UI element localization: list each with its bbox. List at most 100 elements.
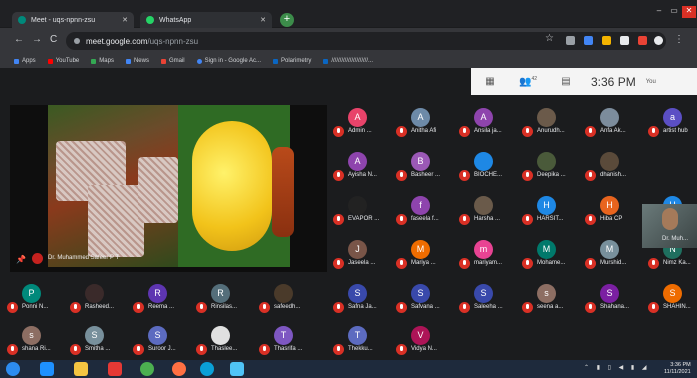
participant-tile[interactable]: P Ponni N...: [5, 284, 68, 324]
participant-name: Basheer ...: [411, 172, 441, 178]
participant-tile[interactable]: S Saleeha ...: [457, 284, 520, 324]
maximize-button[interactable]: ▭: [667, 6, 681, 18]
paint-icon[interactable]: [230, 362, 244, 376]
participant-tile[interactable]: dhanish...: [583, 152, 646, 192]
participant-tile[interactable]: m mariyam...: [457, 240, 520, 280]
participant-name: dhanish...: [600, 172, 627, 178]
clock-date: 11/11/2021: [664, 369, 691, 375]
firefox-icon[interactable]: [172, 362, 186, 376]
idli-piece: [88, 185, 144, 257]
close-window-button[interactable]: ✕: [682, 6, 696, 18]
participant-tile[interactable]: A Ayisha N...: [331, 152, 394, 192]
close-tab-icon[interactable]: ✕: [260, 16, 266, 24]
bookmark-signin[interactable]: Sign in - Google Ac...: [196, 58, 261, 64]
participant-tile[interactable]: f faseela f...: [394, 196, 457, 236]
mic-off-icon: [70, 344, 81, 355]
extension-icon[interactable]: [620, 36, 629, 45]
extension-icon[interactable]: [566, 36, 575, 45]
participant-tile[interactable]: safeedh...: [257, 284, 320, 324]
participant-tile[interactable]: R Reema ...: [131, 284, 194, 324]
meeting-clock: 3:36 PM: [591, 74, 636, 89]
meet-stage: ▦ 👥42 ▤ 3:36 PM You 📌 Dr. Muhammed Safee…: [0, 68, 697, 360]
profile-avatar[interactable]: [654, 36, 663, 45]
food-photo-left: [48, 105, 180, 267]
participant-tile[interactable]: A Anitha Afi: [394, 108, 457, 148]
participant-tile[interactable]: a artist hub: [646, 108, 697, 148]
participant-tile[interactable]: S Safvana ...: [394, 284, 457, 324]
participant-tile[interactable]: S Safna Ja...: [331, 284, 394, 324]
participant-tile[interactable]: H Hiba CP: [583, 196, 646, 236]
avatar: H: [537, 196, 556, 215]
participant-tile[interactable]: M Mohame...: [520, 240, 583, 280]
new-tab-button[interactable]: +: [280, 13, 294, 27]
url-input[interactable]: meet.google.com /uqs-npnn-zsu: [66, 32, 666, 50]
menu-icon[interactable]: ⋮: [674, 34, 684, 45]
avatar: V: [411, 326, 430, 345]
avatar: S: [348, 284, 367, 303]
participant-tile[interactable]: M Mariya ...: [394, 240, 457, 280]
ie-icon[interactable]: [40, 362, 54, 376]
presenter-tile[interactable]: 📌 Dr. Muhammed Safeer P T: [10, 105, 327, 272]
opera-icon[interactable]: [200, 362, 214, 376]
tab-whatsapp[interactable]: WhatsApp ✕: [140, 12, 272, 28]
start-button[interactable]: [6, 362, 20, 376]
chrome-icon[interactable]: [140, 362, 154, 376]
bookmark-polarimetry[interactable]: Polarimetry: [273, 58, 311, 64]
participant-tile[interactable]: Deepika ...: [520, 152, 583, 192]
mic-off-icon: [522, 214, 533, 225]
avatar: m: [474, 240, 493, 259]
minimize-button[interactable]: –: [652, 6, 666, 18]
forward-button[interactable]: →: [32, 34, 42, 45]
participant-tile[interactable]: S Shahana...: [583, 284, 646, 324]
participant-tile[interactable]: EVAPOR ...: [331, 196, 394, 236]
media-icon[interactable]: [108, 362, 122, 376]
participant-name: seena a...: [537, 304, 564, 310]
grid-layout-icon[interactable]: ▦: [471, 76, 509, 87]
pin-icon[interactable]: 📌: [16, 255, 26, 264]
participant-name: Harsha ...: [474, 216, 501, 222]
close-tab-icon[interactable]: ✕: [122, 16, 128, 24]
participant-tile[interactable]: J Jaseela ...: [331, 240, 394, 280]
participant-tile[interactable]: A Ansila ja...: [457, 108, 520, 148]
bookmark-star-icon[interactable]: ☆: [545, 33, 554, 44]
fritters: [272, 147, 294, 237]
participant-tile[interactable]: A Admin ...: [331, 108, 394, 148]
participant-tile[interactable]: Anurudh...: [520, 108, 583, 148]
tab-meet[interactable]: Meet - uqs-npnn-zsu ✕: [12, 12, 134, 28]
participant-tile[interactable]: H HARSIT...: [520, 196, 583, 236]
participant-tile[interactable]: Rasheed...: [68, 284, 131, 324]
participant-tile[interactable]: Harsha ...: [457, 196, 520, 236]
mic-off-icon: [459, 126, 470, 137]
extension-icon[interactable]: [602, 36, 611, 45]
participant-name: BIOCHE...: [474, 172, 503, 178]
participant-tile[interactable]: BIOCHE...: [457, 152, 520, 192]
news-icon: [125, 58, 131, 64]
people-icon[interactable]: 👥42: [509, 76, 547, 87]
chat-icon[interactable]: ▤: [547, 76, 585, 87]
participant-tile[interactable]: S SHAHIN...: [646, 284, 697, 324]
avatar: A: [474, 108, 493, 127]
back-button[interactable]: ←: [14, 34, 24, 45]
mic-off-icon: [396, 170, 407, 181]
extension-icon[interactable]: [584, 36, 593, 45]
bookmark-maps[interactable]: Maps: [91, 58, 114, 64]
bookmark-apps[interactable]: Apps: [14, 58, 36, 64]
participant-tile[interactable]: Anfa Ak...: [583, 108, 646, 148]
participant-tile[interactable]: M Murshid...: [583, 240, 646, 280]
participant-tile[interactable]: R Rinsilas...: [194, 284, 257, 324]
bookmark-youtube[interactable]: YouTube: [47, 58, 79, 64]
participant-tile[interactable]: B Basheer ...: [394, 152, 457, 192]
bookmark-news[interactable]: News: [125, 58, 149, 64]
extension-icon[interactable]: [638, 36, 647, 45]
taskbar-clock[interactable]: 3:36 PM 11/11/2021: [664, 362, 691, 376]
mic-off-icon: [648, 258, 659, 269]
mic-off-icon: [396, 258, 407, 269]
reload-button[interactable]: C: [50, 34, 57, 45]
bookmark-gmail[interactable]: Gmail: [160, 58, 185, 64]
system-tray[interactable]: ⌃ ▮ ▯ ◀ ▮ ◢: [584, 364, 650, 371]
avatar: S: [411, 284, 430, 303]
gmail-icon: [160, 58, 166, 64]
bookmark-other[interactable]: //////////////////////...: [323, 58, 373, 64]
participant-tile[interactable]: s seena a...: [520, 284, 583, 324]
explorer-icon[interactable]: [74, 362, 88, 376]
